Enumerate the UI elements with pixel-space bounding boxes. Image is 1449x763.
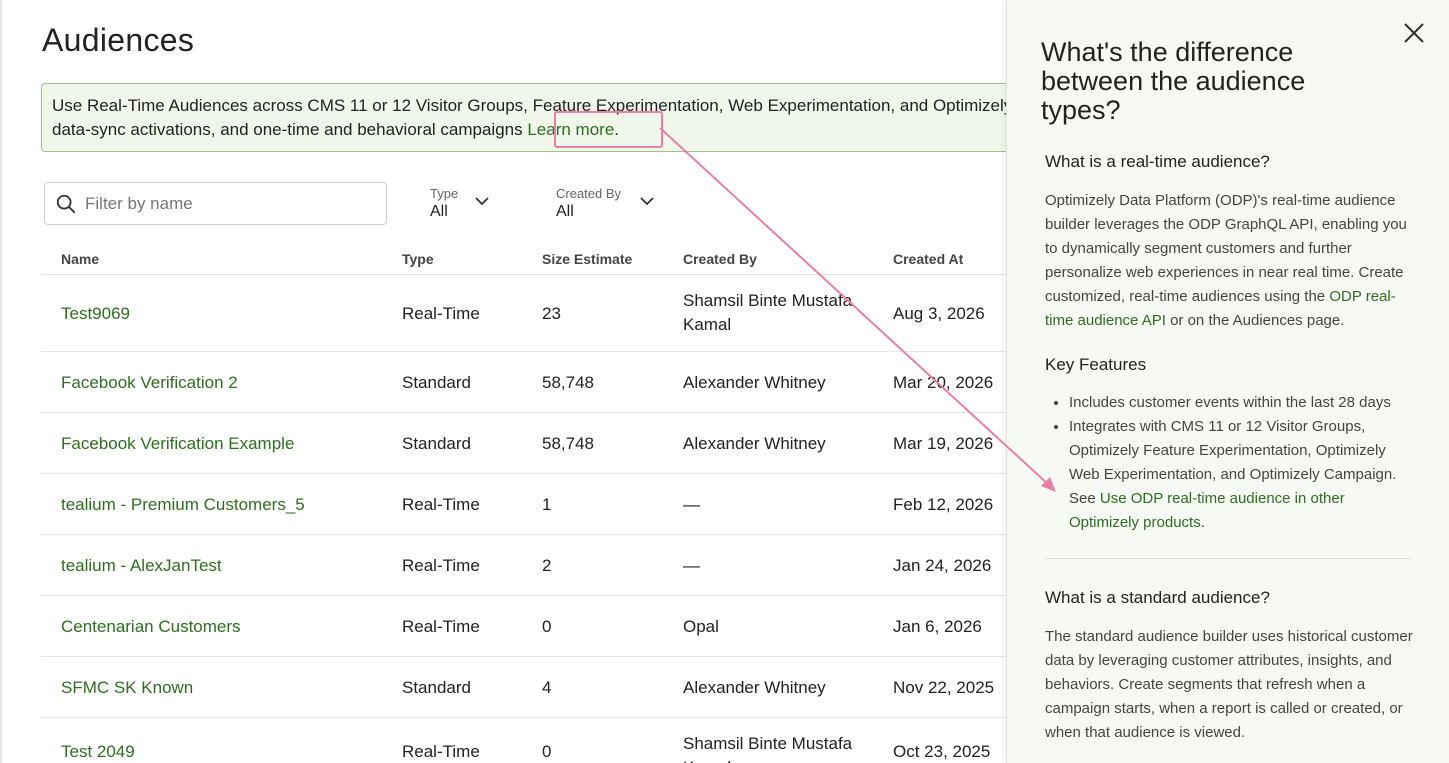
table-header: Name Type Size Estimate Created By Creat… [41,250,1006,275]
audience-name-link[interactable]: Test 2049 [61,742,135,762]
audience-size: 2 [542,555,552,575]
table-row[interactable]: Test 2049 Real-Time 0 Shamsil Binte Mustafa… [41,718,1006,763]
audience-name-link[interactable]: Test9069 [61,304,130,324]
table-row[interactable]: tealium - AlexJanTest Real-Time 2 — Jan 24, … [41,535,1006,596]
column-header-created-by[interactable]: Created By [683,251,757,267]
key-features-heading: Key Features [1045,355,1147,374]
type-filter-value: All [430,203,448,220]
audiences-main: Audiences Use Real-Time Audiences across… [0,0,1006,763]
panel-title: What's the difference between the audien… [1041,37,1306,125]
audience-type: Standard [402,372,471,392]
table-row[interactable]: tealium - Premium Customers_5 Real-Time 1 —… [41,474,1006,535]
audience-created-by: Shamsil Binte Mustafa Kamal [683,291,853,334]
search-icon [56,194,76,213]
audience-name-link[interactable]: tealium - Premium Customers_5 [61,495,305,515]
audience-type: Real-Time [402,616,480,636]
info-banner: Use Real-Time Audiences across CMS 11 or… [41,83,1006,152]
column-header-name[interactable]: Name [61,251,99,267]
table-row[interactable]: SFMC SK Known Standard 4 Alexander Whitney N… [41,657,1006,718]
page-title: Audiences [42,22,195,58]
search-box[interactable] [44,182,387,225]
chevron-down-icon [475,197,489,206]
standard-description: The standard audience builder uses histo… [1045,628,1413,741]
created-by-filter[interactable]: Created By All [556,186,666,221]
audience-size: 1 [542,494,552,514]
audience-created-at: Oct 23, 2025 [893,741,991,761]
odp-other-products-link[interactable]: Use ODP real-time audience in other Opti… [1069,490,1345,531]
realtime-heading: What is a real-time audience? [1045,152,1270,171]
close-icon[interactable] [1399,18,1429,48]
audience-created-by: — [683,555,700,575]
list-item: Integrates with CMS 11 or 12 Visitor Gro… [1069,415,1417,535]
audience-created-at: Nov 22, 2025 [893,677,995,697]
audience-size: 0 [542,616,552,636]
table-row[interactable]: Facebook Verification Example Standard 58,… [41,413,1006,474]
audience-created-at: Aug 3, 2026 [893,303,985,323]
audience-name-link[interactable]: SFMC SK Known [61,678,193,698]
audience-type: Standard [402,433,471,453]
audience-created-by: Alexander Whitney [683,372,826,392]
audience-name-link[interactable]: tealium - AlexJanTest [61,556,222,576]
audience-created-at: Jan 24, 2026 [893,555,992,575]
divider [1045,558,1411,559]
audience-type: Real-Time [402,741,480,761]
audience-name-link[interactable]: Centenarian Customers [61,617,241,637]
list-item: Includes customer events within the last… [1069,391,1417,415]
audience-type: Real-Time [402,494,480,514]
search-input[interactable] [85,193,365,214]
audience-name-link[interactable]: Facebook Verification Example [61,434,294,454]
audience-created-at: Jan 6, 2026 [893,616,982,636]
audience-created-by: Shamsil Binte Mustafa Kamal [683,734,853,763]
audience-name-link[interactable]: Facebook Verification 2 [61,373,238,393]
audience-created-by: Alexander Whitney [683,433,826,453]
audience-created-by: — [683,494,700,514]
banner-text-line2: data-sync activations, and one-time and … [52,120,620,139]
table-row[interactable]: Facebook Verification 2 Standard 58,748 Ale… [41,352,1006,413]
audience-size: 4 [542,677,552,697]
audience-created-by: Opal [683,616,719,636]
audience-size: 58,748 [542,433,594,453]
column-header-size[interactable]: Size Estimate [542,251,632,267]
audience-created-by: Alexander Whitney [683,677,826,697]
standard-heading: What is a standard audience? [1045,588,1270,607]
audience-size: 58,748 [542,372,594,392]
key-features-list: Includes customer events within the last… [1045,391,1417,535]
help-panel: What's the difference between the audien… [1006,0,1449,763]
learn-more-link[interactable]: Learn more [527,120,614,139]
type-filter-label: Type [430,186,459,201]
audience-created-at: Feb 12, 2026 [893,494,994,514]
table-row[interactable]: Test9069 Real-Time 23 Shamsil Binte Mustafa… [41,275,1006,352]
column-header-created-at[interactable]: Created At [893,251,963,267]
column-header-type[interactable]: Type [402,251,434,267]
audience-size: 23 [542,303,561,323]
audience-created-at: Mar 20, 2026 [893,372,994,392]
table-row[interactable]: Centenarian Customers Real-Time 0 Opal Jan 6… [41,596,1006,657]
audience-size: 0 [542,741,552,761]
chevron-down-icon [640,197,654,206]
audience-type: Real-Time [402,555,480,575]
audience-type: Real-Time [402,303,480,323]
realtime-description: Optimizely Data Platform (ODP)'s real-ti… [1045,192,1407,329]
audience-created-at: Mar 19, 2026 [893,433,994,453]
banner-text-line1: Use Real-Time Audiences across CMS 11 or… [52,96,1006,115]
type-filter[interactable]: Type All [430,186,500,221]
audience-type: Standard [402,677,471,697]
